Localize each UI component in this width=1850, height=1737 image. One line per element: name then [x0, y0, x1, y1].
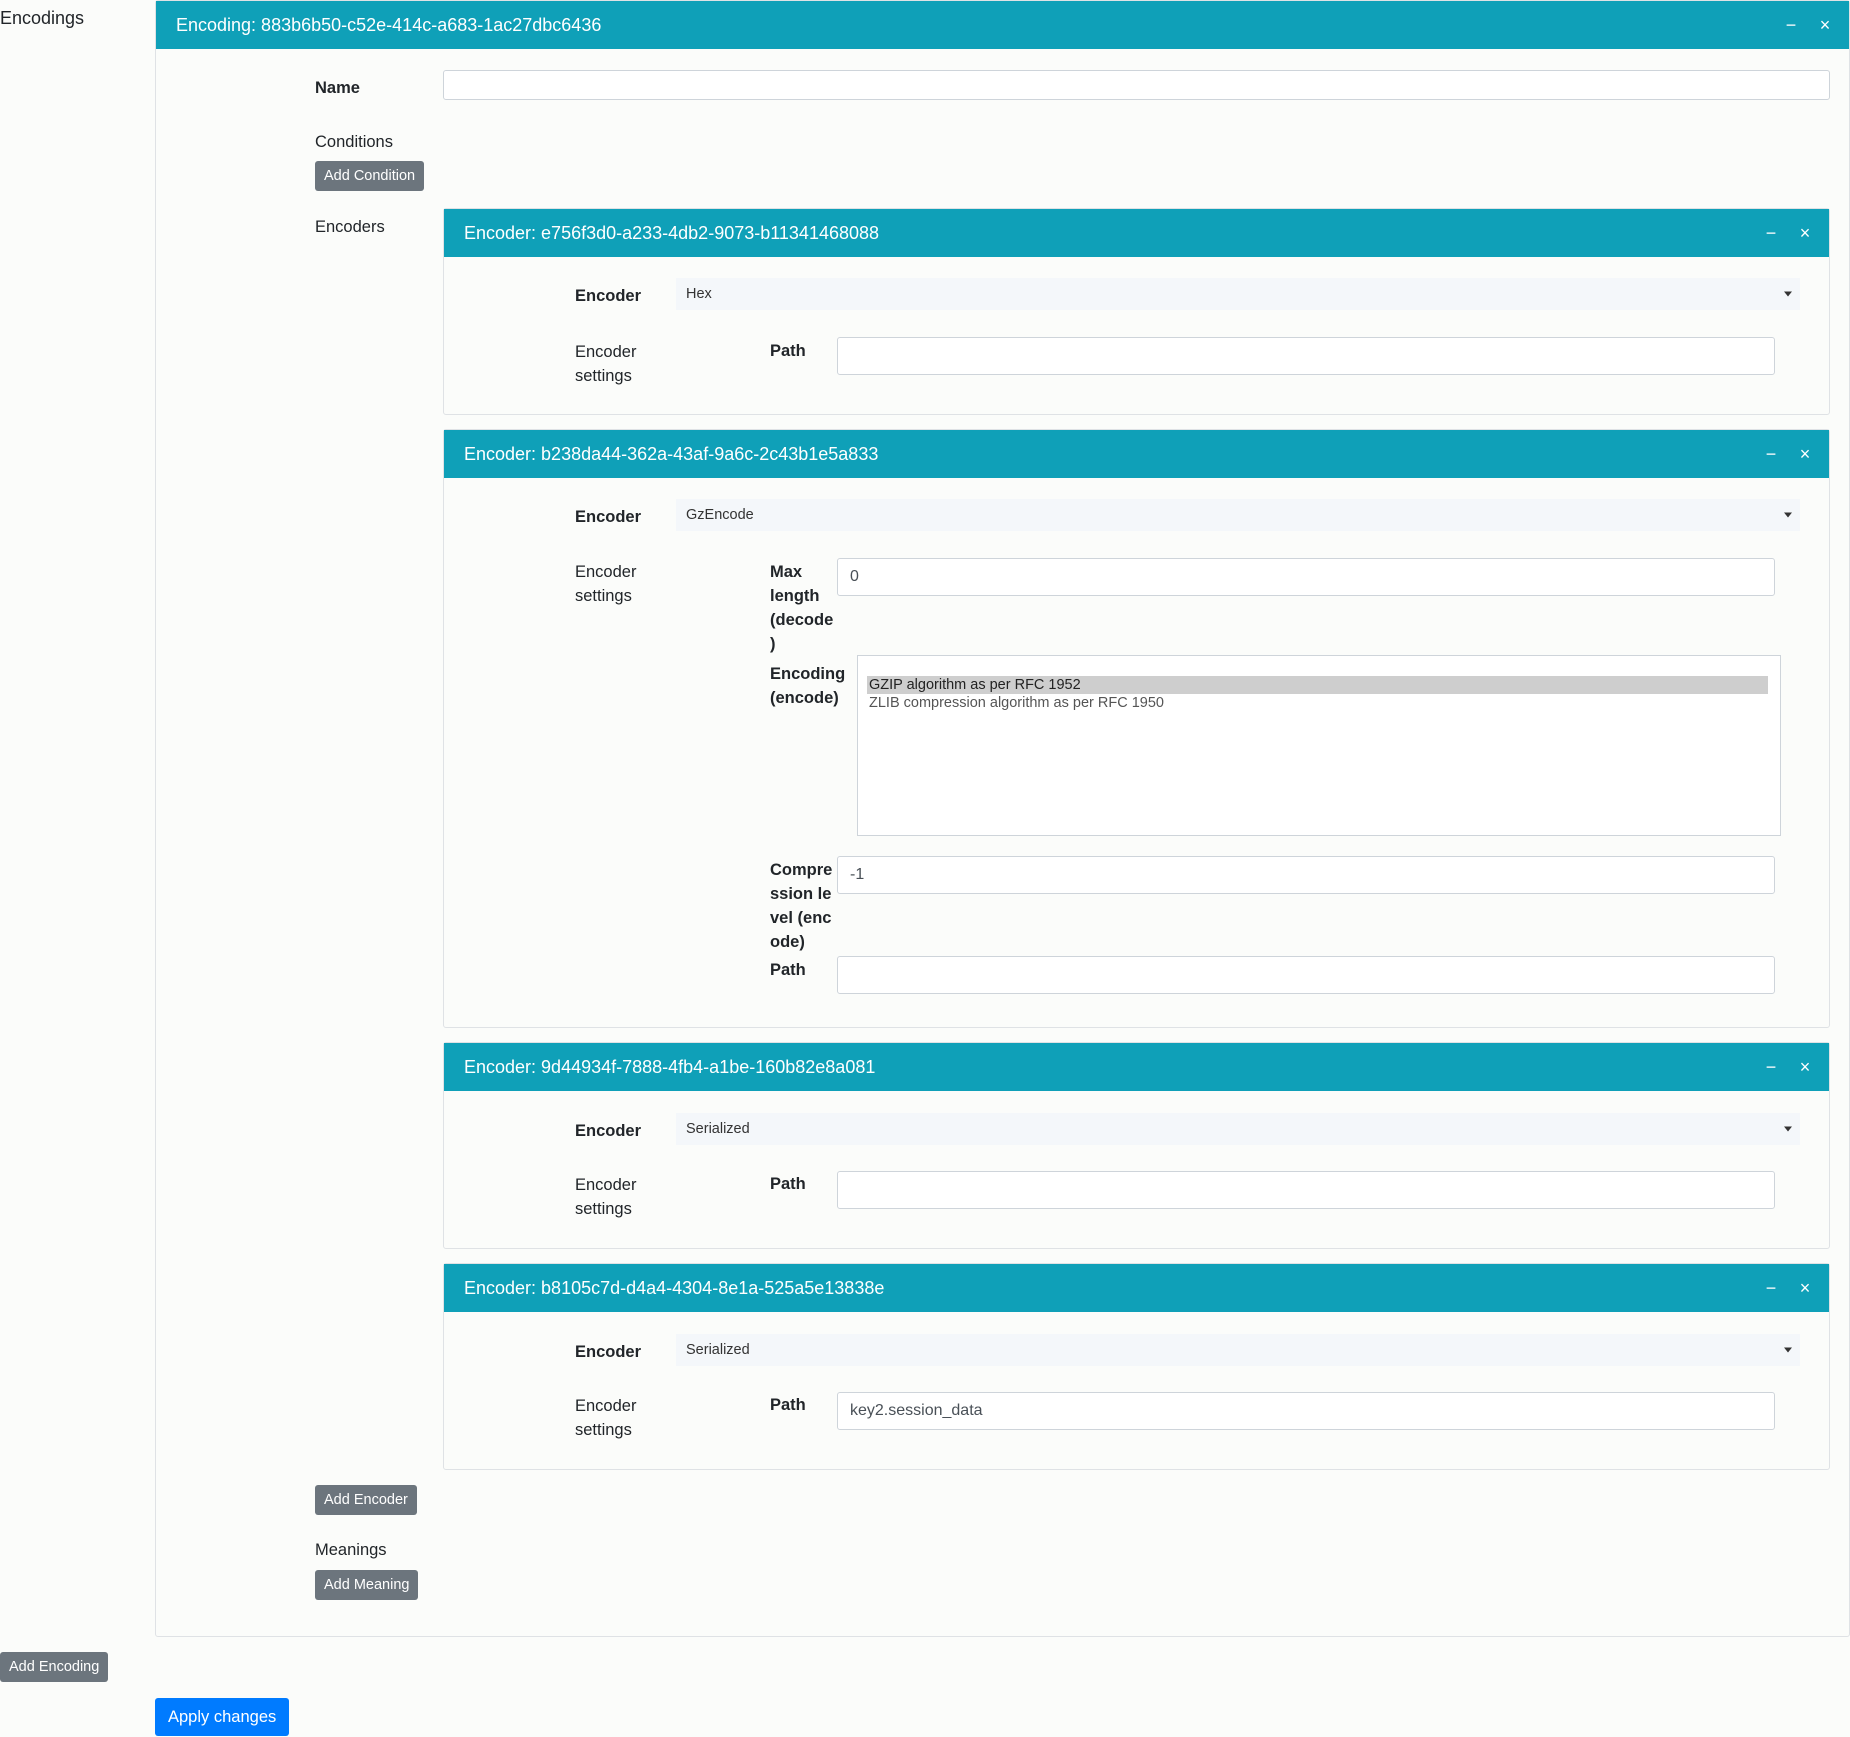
path-label: Path — [770, 1396, 806, 1414]
minimize-icon[interactable]: − — [1761, 224, 1781, 242]
encoder-type-value: Serialized — [686, 1342, 750, 1358]
close-icon[interactable]: × — [1795, 1058, 1815, 1076]
chevron-down-icon — [1784, 1347, 1792, 1353]
meanings-label: Meanings — [315, 1541, 387, 1559]
encoder-type-select[interactable]: GzEncode — [676, 499, 1800, 531]
close-icon[interactable]: × — [1815, 16, 1835, 34]
encoder-type-select[interactable]: Serialized — [676, 1334, 1800, 1366]
encoder-title: Encoder: b238da44-362a-43af-9a6c-2c43b1e… — [464, 443, 879, 464]
encoding-title: Encoding: 883b6b50-c52e-414c-a683-1ac27d… — [176, 14, 602, 35]
chevron-down-icon — [1784, 1126, 1792, 1132]
encoder-type-value: Hex — [686, 286, 712, 302]
add-condition-button[interactable]: Add Condition — [315, 161, 425, 191]
encoder-type-label: Encoder — [575, 508, 642, 526]
encoder-type-label: Encoder — [575, 287, 642, 305]
encoder-settings-label: Encoder settings — [575, 563, 637, 605]
path-input[interactable] — [837, 1392, 1775, 1430]
path-label: Path — [770, 342, 806, 360]
minimize-icon[interactable]: − — [1761, 1058, 1781, 1076]
encoder-card-header: Encoder: b238da44-362a-43af-9a6c-2c43b1e… — [444, 430, 1829, 478]
chevron-down-icon — [1784, 512, 1792, 518]
encoding-card-header: Encoding: 883b6b50-c52e-414c-a683-1ac27d… — [156, 1, 1849, 49]
close-icon[interactable]: × — [1795, 445, 1815, 463]
encoder-settings-label: Encoder settings — [575, 1397, 637, 1439]
page-title: Encodings — [0, 8, 85, 28]
minimize-icon[interactable]: − — [1761, 445, 1781, 463]
name-input[interactable] — [443, 70, 1830, 100]
name-label: Name — [315, 79, 360, 97]
encoding-encode-label: Encoding (encode) — [770, 665, 846, 707]
add-encoding-button[interactable]: Add Encoding — [0, 1652, 109, 1682]
encoder-type-label: Encoder — [575, 1122, 642, 1140]
max-length-input[interactable] — [837, 558, 1775, 596]
listbox-option[interactable]: GZIP algorithm as per RFC 1952 — [867, 676, 1768, 694]
encoder-title: Encoder: 9d44934f-7888-4fb4-a1be-160b82e… — [464, 1056, 876, 1077]
encoder-settings-label: Encoder settings — [575, 343, 637, 385]
encoder-card: Encoder: b238da44-362a-43af-9a6c-2c43b1e… — [443, 429, 1830, 1028]
listbox-option[interactable]: ZLIB compression algorithm as per RFC 19… — [867, 694, 1768, 712]
encoder-card-header: Encoder: e756f3d0-a233-4db2-9073-b113414… — [444, 209, 1829, 257]
path-input[interactable] — [837, 1171, 1775, 1209]
encoder-title: Encoder: e756f3d0-a233-4db2-9073-b113414… — [464, 222, 880, 243]
close-icon[interactable]: × — [1795, 224, 1815, 242]
encoder-card: Encoder: b8105c7d-d4a4-4304-8e1a-525a5e1… — [443, 1263, 1830, 1470]
path-input[interactable] — [837, 956, 1775, 994]
encoder-card-header: Encoder: 9d44934f-7888-4fb4-a1be-160b82e… — [444, 1043, 1829, 1091]
encoder-type-value: Serialized — [686, 1121, 750, 1137]
encoders-label: Encoders — [315, 218, 385, 236]
encoding-card: Encoding: 883b6b50-c52e-414c-a683-1ac27d… — [155, 0, 1850, 1637]
path-label: Path — [770, 1175, 806, 1193]
encoder-title: Encoder: b8105c7d-d4a4-4304-8e1a-525a5e1… — [464, 1277, 885, 1298]
path-input[interactable] — [837, 337, 1775, 375]
max-length-label: Max length (decode) — [770, 563, 834, 653]
minimize-icon[interactable]: − — [1761, 1279, 1781, 1297]
add-encoder-button[interactable]: Add Encoder — [315, 1485, 417, 1515]
encoder-card-header: Encoder: b8105c7d-d4a4-4304-8e1a-525a5e1… — [444, 1264, 1829, 1312]
encoder-type-select[interactable]: Hex — [676, 278, 1800, 310]
encoder-card: Encoder: 9d44934f-7888-4fb4-a1be-160b82e… — [443, 1042, 1830, 1249]
minimize-icon[interactable]: − — [1781, 16, 1801, 34]
encoder-type-value: GzEncode — [686, 507, 754, 523]
conditions-label: Conditions — [315, 133, 393, 151]
path-label: Path — [770, 961, 806, 979]
encoder-type-label: Encoder — [575, 1343, 642, 1361]
encoder-settings-label: Encoder settings — [575, 1176, 637, 1218]
chevron-down-icon — [1784, 291, 1792, 297]
apply-changes-button[interactable]: Apply changes — [155, 1698, 290, 1736]
encoder-card: Encoder: e756f3d0-a233-4db2-9073-b113414… — [443, 208, 1830, 415]
encoder-type-select[interactable]: Serialized — [676, 1113, 1800, 1145]
compression-level-label: Compression level (encode) — [770, 861, 833, 951]
encoding-listbox[interactable]: GZIP algorithm as per RFC 1952 ZLIB comp… — [857, 655, 1781, 836]
add-meaning-button[interactable]: Add Meaning — [315, 1570, 419, 1600]
compression-level-input[interactable] — [837, 856, 1775, 894]
close-icon[interactable]: × — [1795, 1279, 1815, 1297]
